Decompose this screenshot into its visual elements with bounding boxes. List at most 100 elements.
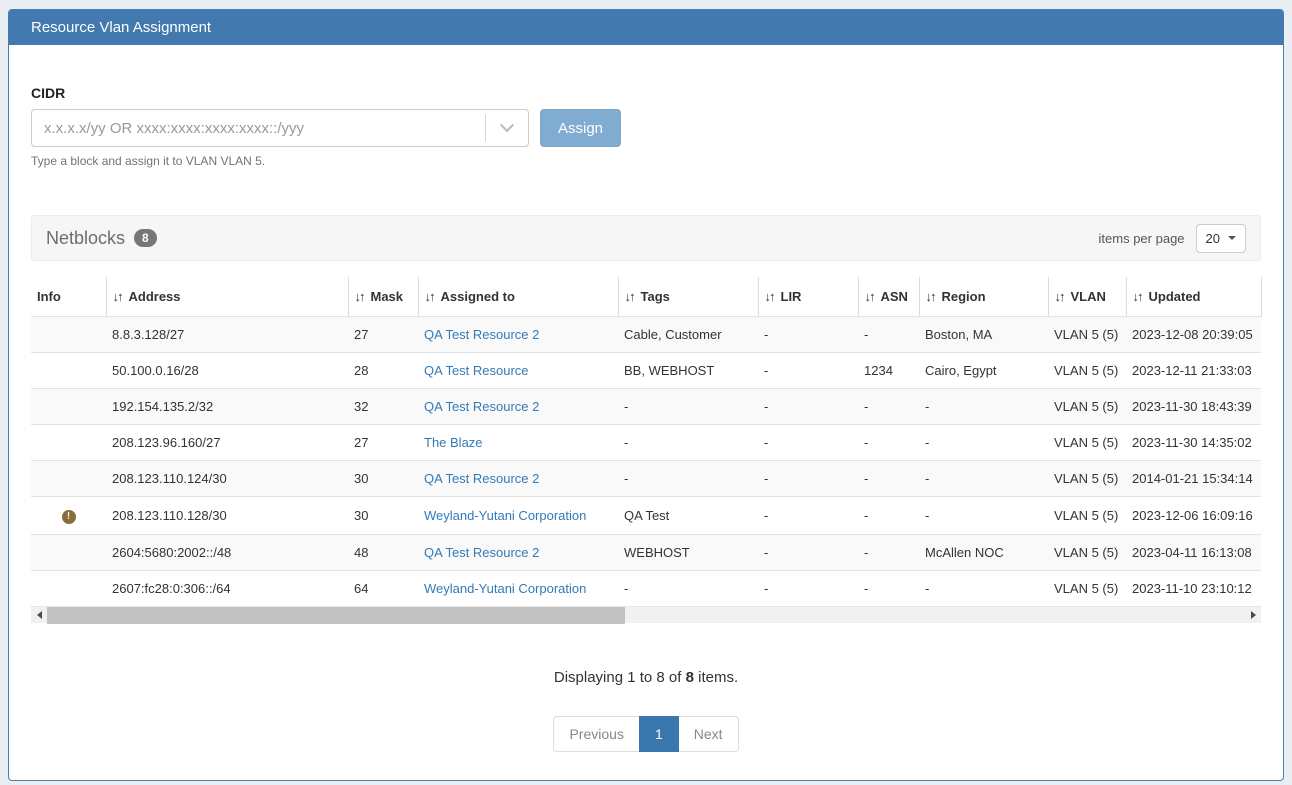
address-cell: 2607:fc28:0:306::/64 bbox=[106, 571, 348, 607]
sort-icon: ↓↑ bbox=[1133, 289, 1142, 304]
sort-icon: ↓↑ bbox=[355, 289, 364, 304]
assigned-to-link[interactable]: QA Test Resource bbox=[424, 363, 529, 378]
table-row: 208.123.110.124/30 30 QA Test Resource 2… bbox=[31, 461, 1261, 497]
info-cell bbox=[31, 571, 106, 607]
updated-cell: 2023-12-08 20:39:05 bbox=[1126, 317, 1261, 353]
updated-cell: 2023-12-11 21:33:03 bbox=[1126, 353, 1261, 389]
region-cell: - bbox=[919, 389, 1048, 425]
column-header-tags[interactable]: ↓↑Tags bbox=[618, 277, 758, 317]
assigned-to-link[interactable]: Weyland-Yutani Corporation bbox=[424, 508, 586, 523]
assigned-to-link[interactable]: QA Test Resource 2 bbox=[424, 399, 539, 414]
asn-cell: - bbox=[858, 425, 919, 461]
page-1-button[interactable]: 1 bbox=[639, 716, 679, 752]
previous-page-button[interactable]: Previous bbox=[553, 716, 639, 752]
sort-icon: ↓↑ bbox=[865, 289, 874, 304]
address-cell: 50.100.0.16/28 bbox=[106, 353, 348, 389]
address-cell: 208.123.110.128/30 bbox=[106, 497, 348, 535]
info-cell bbox=[31, 353, 106, 389]
results-count: 8 bbox=[686, 669, 694, 686]
scroll-right-icon[interactable] bbox=[1245, 607, 1261, 624]
assigned-to-link[interactable]: QA Test Resource 2 bbox=[424, 471, 539, 486]
horizontal-scrollbar[interactable] bbox=[31, 606, 1261, 623]
column-header-asn[interactable]: ↓↑ASN bbox=[858, 277, 919, 317]
mask-cell: 30 bbox=[348, 497, 418, 535]
tags-cell: Cable, Customer bbox=[618, 317, 758, 353]
assigned-to-link[interactable]: QA Test Resource 2 bbox=[424, 327, 539, 342]
scroll-left-icon[interactable] bbox=[31, 607, 47, 624]
info-cell bbox=[31, 389, 106, 425]
lir-cell: - bbox=[758, 425, 858, 461]
assigned-to-cell: Weyland-Yutani Corporation bbox=[418, 497, 618, 535]
lir-cell: - bbox=[758, 535, 858, 571]
column-header-updated[interactable]: ↓↑Updated bbox=[1126, 277, 1261, 317]
region-cell: - bbox=[919, 497, 1048, 535]
cidr-label: CIDR bbox=[31, 85, 1261, 101]
assigned-to-cell: QA Test Resource 2 bbox=[418, 535, 618, 571]
column-header-vlan[interactable]: ↓↑VLAN bbox=[1048, 277, 1126, 317]
mask-cell: 64 bbox=[348, 571, 418, 607]
column-header-region[interactable]: ↓↑Region bbox=[919, 277, 1048, 317]
asn-cell: 1234 bbox=[858, 353, 919, 389]
assign-button[interactable]: Assign bbox=[540, 109, 621, 147]
assigned-to-link[interactable]: Weyland-Yutani Corporation bbox=[424, 581, 586, 596]
updated-cell: 2023-12-06 16:09:16 bbox=[1126, 497, 1261, 535]
asn-cell: - bbox=[858, 389, 919, 425]
column-header-address[interactable]: ↓↑Address bbox=[106, 277, 348, 317]
tags-cell: BB, WEBHOST bbox=[618, 353, 758, 389]
column-header-info: Info bbox=[31, 277, 106, 317]
sort-icon: ↓↑ bbox=[425, 289, 434, 304]
updated-cell: 2014-01-21 15:34:14 bbox=[1126, 461, 1261, 497]
assigned-to-link[interactable]: The Blaze bbox=[424, 435, 483, 450]
netblocks-table: Info ↓↑Address ↓↑Mask ↓↑Assigned to ↓↑Ta… bbox=[31, 277, 1262, 606]
table-row: 208.123.96.160/27 27 The Blaze - - - - V… bbox=[31, 425, 1261, 461]
column-header-mask[interactable]: ↓↑Mask bbox=[348, 277, 418, 317]
next-page-button[interactable]: Next bbox=[678, 716, 739, 752]
column-header-assigned-to[interactable]: ↓↑Assigned to bbox=[418, 277, 618, 317]
vlan-cell: VLAN 5 (5) bbox=[1048, 389, 1126, 425]
sort-icon: ↓↑ bbox=[1055, 289, 1064, 304]
tags-cell: - bbox=[618, 389, 758, 425]
items-per-page-label: items per page bbox=[1099, 231, 1185, 246]
column-header-lir[interactable]: ↓↑LIR bbox=[758, 277, 858, 317]
cidr-combobox bbox=[31, 109, 529, 147]
lir-cell: - bbox=[758, 571, 858, 607]
sort-icon: ↓↑ bbox=[765, 289, 774, 304]
vlan-cell: VLAN 5 (5) bbox=[1048, 317, 1126, 353]
region-cell: Cairo, Egypt bbox=[919, 353, 1048, 389]
caret-down-icon bbox=[1228, 236, 1236, 240]
vlan-cell: VLAN 5 (5) bbox=[1048, 535, 1126, 571]
pagination: Previous 1 Next bbox=[553, 716, 738, 752]
netblocks-header: Netblocks 8 items per page 20 bbox=[31, 215, 1261, 261]
assigned-to-cell: QA Test Resource 2 bbox=[418, 461, 618, 497]
vlan-cell: VLAN 5 (5) bbox=[1048, 425, 1126, 461]
region-cell: - bbox=[919, 571, 1048, 607]
page-title: Resource Vlan Assignment bbox=[31, 19, 211, 36]
asn-cell: - bbox=[858, 535, 919, 571]
updated-cell: 2023-11-30 14:35:02 bbox=[1126, 425, 1261, 461]
tags-cell: - bbox=[618, 425, 758, 461]
scrollbar-thumb[interactable] bbox=[47, 607, 625, 624]
assigned-to-link[interactable]: QA Test Resource 2 bbox=[424, 545, 539, 560]
assigned-to-cell: QA Test Resource bbox=[418, 353, 618, 389]
table-row: 2604:5680:2002::/48 48 QA Test Resource … bbox=[31, 535, 1261, 571]
page-size-dropdown[interactable]: 20 bbox=[1196, 224, 1246, 253]
asn-cell: - bbox=[858, 497, 919, 535]
address-cell: 208.123.96.160/27 bbox=[106, 425, 348, 461]
cidr-input[interactable] bbox=[32, 120, 485, 137]
netblocks-title: Netblocks bbox=[46, 228, 125, 249]
region-cell: - bbox=[919, 461, 1048, 497]
mask-cell: 30 bbox=[348, 461, 418, 497]
netblocks-count-badge: 8 bbox=[134, 229, 157, 247]
vlan-cell: VLAN 5 (5) bbox=[1048, 353, 1126, 389]
table-row: 50.100.0.16/28 28 QA Test Resource BB, W… bbox=[31, 353, 1261, 389]
mask-cell: 27 bbox=[348, 317, 418, 353]
chevron-down-icon[interactable] bbox=[486, 110, 528, 146]
sort-icon: ↓↑ bbox=[113, 289, 122, 304]
panel-body: CIDR Assign Type a block and assign it t… bbox=[9, 85, 1283, 780]
mask-cell: 32 bbox=[348, 389, 418, 425]
table-row: ! 208.123.110.128/30 30 Weyland-Yutani C… bbox=[31, 497, 1261, 535]
address-cell: 192.154.135.2/32 bbox=[106, 389, 348, 425]
warning-icon[interactable]: ! bbox=[62, 510, 76, 524]
vlan-cell: VLAN 5 (5) bbox=[1048, 571, 1126, 607]
results-summary: Displaying 1 to 8 of 8 items. bbox=[31, 669, 1261, 686]
